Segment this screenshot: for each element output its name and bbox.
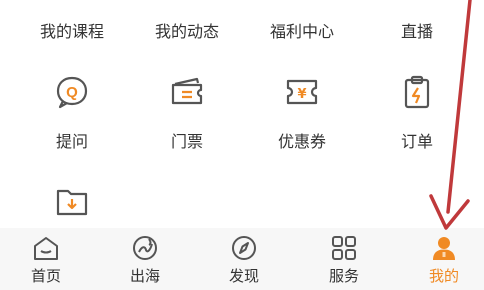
grid-label-tickets: 门票 [170,132,203,151]
coupon-icon: ¥ [284,74,320,110]
grid-icon [330,234,358,262]
tab-mine-label: 我的 [428,267,459,285]
svg-text:¥: ¥ [297,87,306,102]
grid-label-ask: 提问 [55,132,88,151]
tab-home[interactable]: 首页 [0,228,94,290]
tab-services-label: 服务 [328,267,359,285]
tab-services[interactable]: 服务 [296,228,392,290]
folder-download-icon [54,183,90,219]
grid-item-tickets[interactable]: 门票 [132,74,242,154]
home-icon [32,234,60,262]
grid-item-downloads[interactable] [17,183,127,223]
order-clipboard-icon [399,74,435,110]
grid-label-coupons: 优惠券 [277,132,326,151]
grid-item-orders[interactable]: 订单 [362,74,472,154]
tab-discover[interactable]: 发现 [196,228,292,290]
ticket-icon [169,74,205,110]
my-courses-link[interactable]: 我的课程 [17,18,127,46]
grid-label-orders: 订单 [400,132,433,151]
live-link[interactable]: 直播 [362,18,472,46]
svg-text:Q: Q [66,84,78,101]
tab-overseas[interactable]: 出海 [97,228,193,290]
compass-icon [230,234,258,262]
tab-discover-label: 发现 [228,267,259,285]
my-activity-link[interactable]: 我的动态 [132,18,242,46]
grid-item-coupons[interactable]: ¥ 优惠券 [247,74,357,154]
user-icon [430,234,458,262]
tab-overseas-label: 出海 [129,267,160,285]
question-bubble-icon: Q [54,74,90,110]
tab-mine[interactable]: 我的 [396,228,484,290]
grid-item-ask[interactable]: Q 提问 [17,74,127,154]
welfare-center-link[interactable]: 福利中心 [247,18,357,46]
top-links-row: 我的课程 我的动态 福利中心 直播 [0,18,484,46]
bottom-tab-bar: 首页 出海 发现 服务 我的 [0,228,484,290]
tab-home-label: 首页 [30,267,61,285]
globe-icon [131,234,159,262]
